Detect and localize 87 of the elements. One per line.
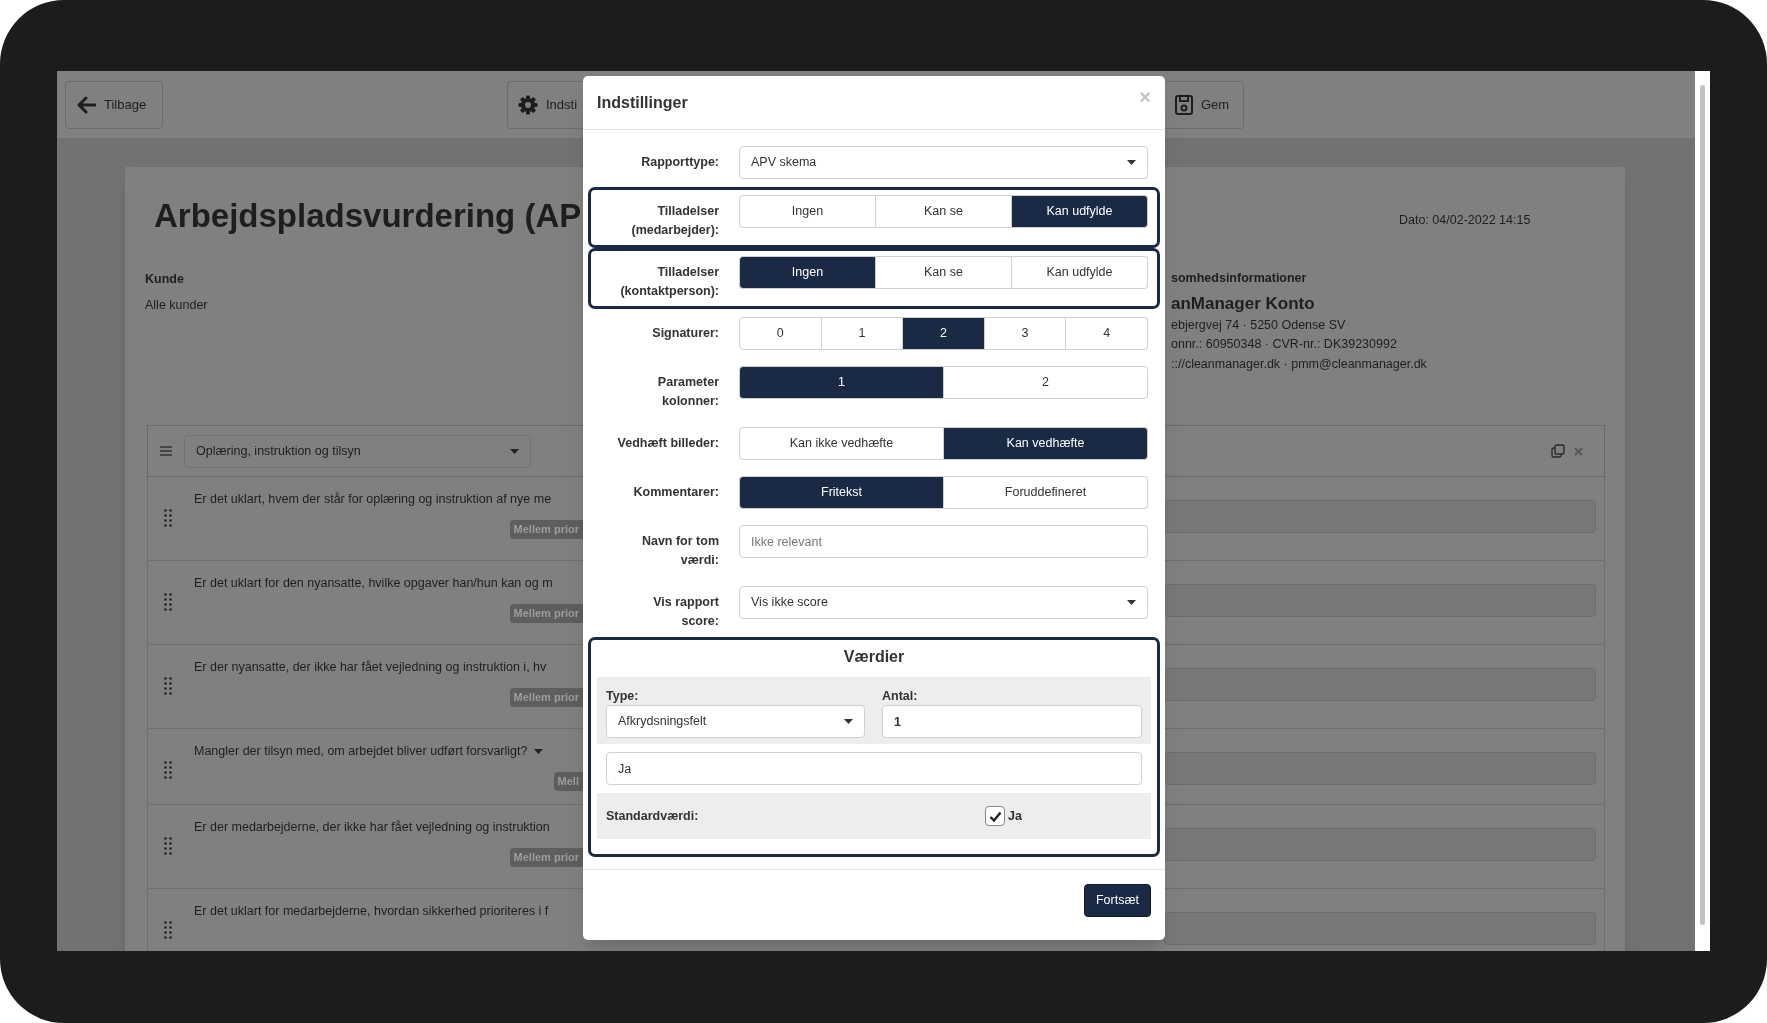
- drag-handle-icon[interactable]: [164, 509, 172, 527]
- drag-handle-icon[interactable]: [164, 593, 172, 611]
- answer-field[interactable]: [1164, 668, 1596, 701]
- number-field[interactable]: 1: [882, 705, 1142, 738]
- field-label: Vis rapport score:: [652, 594, 719, 630]
- option-button[interactable]: Kan ikke vedhæfte: [739, 427, 944, 460]
- select-field[interactable]: Afkrydsningsfelt: [606, 705, 865, 738]
- field-label: Rapporttype:: [640, 154, 719, 171]
- priority-badge: Mellem prior: [509, 688, 583, 707]
- report-date: Dato: 04/02-2022 14:15: [1399, 211, 1531, 229]
- select-field[interactable]: APV skema: [739, 146, 1148, 179]
- caret-down-icon[interactable]: [534, 748, 544, 754]
- option-button[interactable]: Kan udfylde: [1012, 256, 1148, 289]
- question-text: Er det uklart for den nyansatte, hvilke opgaver han/hun kan og m: [194, 575, 553, 592]
- answer-field[interactable]: [1164, 912, 1596, 945]
- option-button[interactable]: 2: [903, 317, 985, 350]
- checkbox-label: Ja: [1008, 807, 1022, 825]
- arrow-left-icon: [76, 95, 96, 114]
- checkbox[interactable]: [985, 806, 1005, 826]
- option-button[interactable]: Ingen: [739, 256, 876, 289]
- answer-field[interactable]: [1164, 828, 1596, 861]
- field-label: Standardværdi:: [606, 807, 700, 825]
- option-button[interactable]: Kan vedhæfte: [944, 427, 1148, 460]
- company-info-line: onnr.: 60950348 · CVR-nr.: DK39230992: [1171, 336, 1397, 353]
- option-button[interactable]: 2: [944, 366, 1148, 399]
- menu-icon: [160, 446, 172, 456]
- option-button[interactable]: Kan se: [876, 256, 1012, 289]
- caret-down-icon: [1127, 600, 1136, 605]
- answer-field[interactable]: [1164, 500, 1596, 533]
- field-label: Signaturer:: [651, 325, 719, 342]
- option-button[interactable]: 3: [984, 317, 1067, 350]
- field-label: Navn for tom værdi:: [640, 533, 719, 569]
- gear-icon: [518, 94, 538, 115]
- dialog-title: Indstillinger: [597, 92, 688, 113]
- back-button[interactable]: Tilbage: [65, 80, 163, 129]
- priority-badge: Mell: [553, 772, 583, 791]
- select-field[interactable]: Vis ikke score: [739, 586, 1148, 619]
- priority-badge: Mellem prior: [509, 604, 583, 623]
- caret-down-icon: [1127, 160, 1136, 165]
- category-dropdown[interactable]: Oplæring, instruktion og tilsyn: [184, 434, 531, 468]
- values-heading: Værdier: [843, 647, 905, 667]
- option-button[interactable]: Ingen: [739, 195, 876, 228]
- company-info-line: :://cleanmanager.dk · pmm@cleanmanager.dk: [1171, 355, 1427, 373]
- question-text: Er der nyansatte, der ikke har fået vejledning og instruktion i, hv: [194, 659, 547, 676]
- company-heading: somhedsinformationer: [1171, 270, 1307, 287]
- option-button[interactable]: Kan se: [876, 195, 1012, 228]
- answer-field[interactable]: [1164, 584, 1596, 617]
- answer-field[interactable]: [1164, 752, 1596, 785]
- save-button[interactable]: Gem: [1165, 80, 1244, 129]
- drag-handle-icon[interactable]: [164, 761, 172, 779]
- option-button[interactable]: Fritekst: [739, 476, 944, 509]
- option-button[interactable]: 4: [1066, 317, 1148, 350]
- scrollbar-thumb[interactable]: [1700, 85, 1705, 925]
- question-text: Er det uklart for medarbejderne, hvordan sikkerhed prioriteres i f: [194, 903, 549, 920]
- caret-down-icon: [844, 719, 853, 724]
- question-text: Er der medarbejderne, der ikke har fået vejledning og instruktion: [194, 819, 550, 836]
- field-label: Vedhæft billeder:: [616, 435, 719, 452]
- option-button[interactable]: Kan udfylde: [1012, 195, 1148, 228]
- field-label: Antal:: [882, 688, 919, 705]
- copy-icon[interactable]: [1551, 444, 1565, 458]
- question-text: Er det uklart, hvem der står for oplæring og instruktion af nye me: [194, 491, 552, 508]
- company-info-line: ebjergvej 74 · 5250 Odense SV: [1171, 316, 1346, 334]
- report-title: Arbejdspladsvurdering (AP: [154, 197, 582, 235]
- caret-down-icon: [510, 448, 519, 454]
- text-field[interactable]: Ikke relevant: [739, 525, 1148, 558]
- drag-handle-icon[interactable]: [164, 677, 172, 695]
- checkmark-icon: [988, 810, 1002, 822]
- settings-button[interactable]: Indsti: [507, 80, 583, 129]
- option-button[interactable]: Foruddefineret: [944, 476, 1148, 509]
- field-label: Tilladelser (kontaktperson):: [619, 264, 719, 300]
- priority-badge: Mellem prior: [509, 520, 583, 539]
- text-field[interactable]: Ja: [606, 752, 1142, 785]
- field-label: Parameter kolonner:: [656, 374, 719, 410]
- company-name: anManager Konto: [1171, 292, 1315, 315]
- field-label: Kommentarer:: [632, 484, 719, 501]
- option-button[interactable]: 0: [739, 317, 822, 350]
- drag-handle-icon[interactable]: [164, 837, 172, 855]
- option-button[interactable]: 1: [739, 366, 944, 399]
- option-button[interactable]: 1: [821, 317, 904, 350]
- priority-badge: Mellem prior: [509, 848, 583, 867]
- question-text: Mangler der tilsyn med, om arbejdet bliver udført forsvarligt?: [194, 743, 528, 760]
- drag-handle-icon[interactable]: [164, 921, 172, 939]
- field-label: Type:: [606, 688, 640, 705]
- field-label: Tilladelser (medarbejder):: [630, 203, 719, 239]
- continue-button[interactable]: Fortsæt: [1083, 884, 1151, 917]
- customer-name: Alle kunder: [145, 297, 208, 314]
- customer-heading: Kunde: [145, 271, 184, 288]
